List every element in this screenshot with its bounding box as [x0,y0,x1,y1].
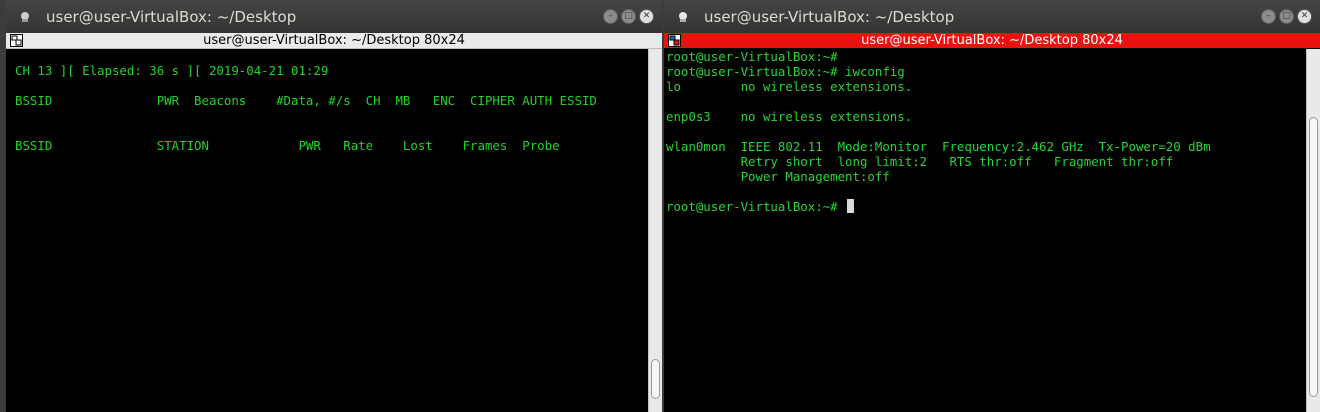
terminal-output[interactable]: CH 13 ][ Elapsed: 36 s ][ 2019-04-21 01:… [6,63,648,412]
terminal-window-airodump[interactable]: user@user-VirtualBox: ~/Desktop – □ ✕ us… [0,0,662,412]
window-title: user@user-VirtualBox: ~/Desktop [704,7,955,26]
scrollbar-thumb[interactable] [1309,117,1318,397]
terminal-line: CH 13 ][ Elapsed: 36 s ][ 2019-04-21 01:… [15,63,329,78]
terminal-line: root@user-VirtualBox:~# [666,49,838,64]
terminal-line: Retry short long limit:2 RTS thr:off Fra… [666,154,1174,169]
xterm-subtitle: user@user-VirtualBox: ~/Desktop 80x24 [861,33,1123,48]
terminal-line: root@user-VirtualBox:~# iwconfig [666,64,905,79]
terminal-line: enp0s3 no wireless extensions. [666,109,913,124]
terminal-prompt: root@user-VirtualBox:~# [666,199,846,214]
close-icon[interactable]: ✕ [1297,9,1312,24]
close-icon[interactable]: ✕ [639,9,654,24]
xterm-subtitle: user@user-VirtualBox: ~/Desktop 80x24 [203,33,465,48]
window-controls: – □ ✕ [603,9,654,24]
xterm-title-bar: user@user-VirtualBox: ~/Desktop 80x24 [6,33,662,49]
scrollbar-thumb[interactable] [651,359,660,399]
minimize-icon[interactable]: – [603,9,618,24]
xterm-icon[interactable] [668,34,681,47]
window-controls: – □ ✕ [1261,9,1312,24]
scrollbar[interactable] [648,49,662,412]
window-titlebar[interactable]: user@user-VirtualBox: ~/Desktop – □ ✕ [664,0,1320,33]
scrollbar[interactable] [1306,49,1320,412]
terminal-line: Power Management:off [666,169,890,184]
window-title: user@user-VirtualBox: ~/Desktop [46,7,297,26]
terminal-app-icon [676,10,690,24]
xterm-title-bar: user@user-VirtualBox: ~/Desktop 80x24 [664,33,1320,48]
window-titlebar[interactable]: user@user-VirtualBox: ~/Desktop – □ ✕ [6,0,662,33]
terminal-window-iwconfig[interactable]: user@user-VirtualBox: ~/Desktop – □ ✕ us… [662,0,1320,412]
terminal-line: BSSID STATION PWR Rate Lost Frames Probe [15,138,560,153]
terminal-line: wlan0mon IEEE 802.11 Mode:Monitor Freque… [666,139,1211,154]
terminal-prompt-line[interactable]: root@user-VirtualBox:~# [666,199,1306,214]
text-cursor [847,199,855,213]
terminal-line: BSSID PWR Beacons #Data, #/s CH MB ENC C… [15,93,597,108]
terminal-line: lo no wireless extensions. [666,79,913,94]
desktop: user@user-VirtualBox: ~/Desktop – □ ✕ us… [0,0,1320,412]
xterm-icon[interactable] [10,34,23,47]
maximize-icon[interactable]: □ [1279,9,1294,24]
terminal-app-icon [18,10,32,24]
minimize-icon[interactable]: – [1261,9,1276,24]
terminal-output[interactable]: root@user-VirtualBox:~# root@user-Virtual… [664,49,1306,412]
maximize-icon[interactable]: □ [621,9,636,24]
